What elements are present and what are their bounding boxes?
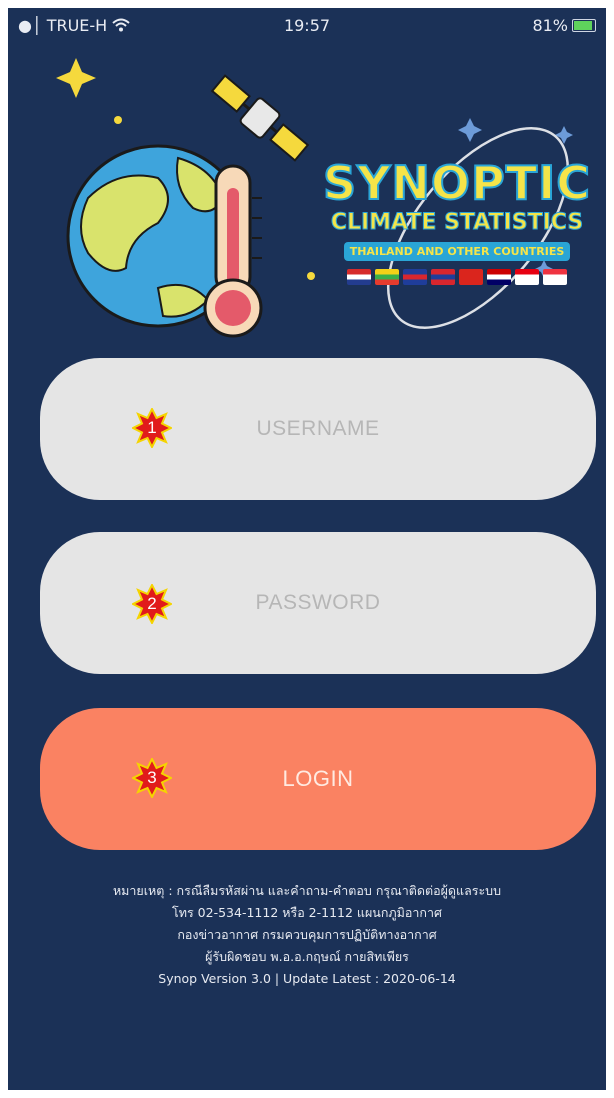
clock: 19:57 — [283, 16, 331, 35]
myanmar-flag — [375, 269, 399, 285]
login-button-label: LOGIN — [282, 766, 354, 791]
cambodia-flag — [403, 269, 427, 285]
footer-contact-line: โทร 02-534-1112 หรือ 2-1112 แผนกภูมิอากา… — [172, 905, 442, 920]
malaysia-flag — [487, 269, 511, 285]
footer-note-line: หมายเหตุ : กรณีลืมรหัสผ่าน และคำถาม-คำตอ… — [112, 883, 502, 898]
app-screen: ●│ TRUE-H 19:57 81% SYNOPTIC CLIMATE STA… — [8, 8, 606, 1090]
title-thailand-other-countries: THAILAND AND OTHER COUNTRIES — [343, 242, 571, 261]
battery-percent: 81% — [532, 16, 568, 35]
footer-notes: หมายเหตุ : กรณีลืมรหัสผ่าน และคำถาม-คำตอ… — [8, 880, 606, 990]
vietnam-flag — [459, 269, 483, 285]
password-field-container[interactable] — [40, 532, 596, 674]
status-bar: ●│ TRUE-H 19:57 81% — [8, 8, 606, 42]
footer-department-line: กองข่าวอากาศ กรมควบคุมการปฏิบัติทางอากาศ — [177, 927, 437, 942]
login-button[interactable]: LOGIN — [40, 708, 596, 850]
annotation-badge-1: 1 — [130, 406, 174, 450]
footer-responsible-line: ผู้รับผิดชอบ พ.อ.อ.กฤษณ์ กายสิทเพียร — [205, 949, 409, 964]
singapore-flag — [543, 269, 567, 285]
annotation-badge-number: 1 — [147, 418, 157, 437]
battery-icon — [572, 19, 596, 32]
satellite-icon — [210, 74, 310, 162]
annotation-badge-3: 3 — [130, 756, 174, 800]
title-climate-statistics: CLIMATE STATISTICS — [330, 210, 584, 236]
password-input[interactable] — [149, 590, 487, 616]
annotation-badge-2: 2 — [130, 582, 174, 626]
thailand-flag — [347, 269, 371, 285]
app-logo-banner: SYNOPTIC CLIMATE STATISTICS THAILAND AND… — [8, 38, 606, 338]
country-flags — [308, 269, 606, 285]
indonesia-flag — [515, 269, 539, 285]
annotation-badge-number: 3 — [147, 768, 157, 787]
battery-indicator: 81% — [532, 16, 596, 35]
username-input[interactable] — [149, 416, 487, 442]
app-title: SYNOPTIC CLIMATE STATISTICS THAILAND AND… — [308, 156, 606, 285]
username-field-container[interactable] — [40, 358, 596, 500]
laos-flag — [431, 269, 455, 285]
annotation-badge-number: 2 — [147, 594, 157, 613]
title-synoptic: SYNOPTIC — [322, 156, 591, 210]
footer-version-line: Synop Version 3.0 | Update Latest : 2020… — [158, 971, 456, 986]
